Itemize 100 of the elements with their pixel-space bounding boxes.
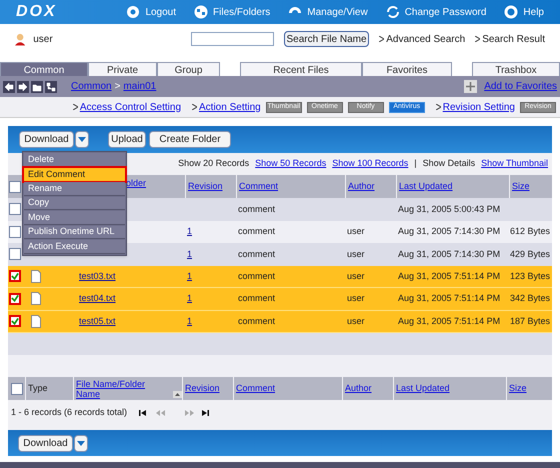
breadcrumb-separator: > (114, 80, 120, 94)
file-link[interactable]: test04.txt (79, 293, 116, 303)
file-link[interactable]: test05.txt (79, 316, 116, 326)
arrow-bullet-icon (72, 104, 78, 110)
menu-item[interactable]: Move (24, 211, 125, 224)
column-header-link[interactable]: Author (348, 180, 375, 194)
upload-button[interactable]: Upload (108, 131, 146, 148)
column-header-link[interactable]: Revision (188, 180, 223, 194)
checkbox[interactable] (9, 248, 21, 260)
back-arrow-icon[interactable] (3, 80, 15, 92)
checkbox[interactable] (9, 226, 21, 238)
date-text: Aug 31, 2005 7:14:30 PM (398, 226, 500, 236)
search-field[interactable] (190, 32, 274, 46)
column-header-link[interactable]: Size (512, 180, 530, 194)
checkbox[interactable] (10, 382, 22, 394)
tree-icon[interactable] (45, 80, 57, 92)
setting-link[interactable]: Revision Setting (442, 100, 515, 114)
sort-up-icon[interactable] (173, 391, 182, 398)
menu-item[interactable]: Publish Onetime URL (24, 226, 125, 239)
arrow-bullet-icon (192, 104, 198, 110)
column-header-link[interactable]: Comment (239, 180, 278, 194)
caret-icon (78, 137, 86, 142)
view-mode: Show Details (422, 157, 476, 170)
view-separator: | (414, 157, 417, 170)
arrow-bullet-icon (379, 36, 384, 42)
tab[interactable]: Recent Files (240, 62, 362, 76)
records-link[interactable]: Show 100 Records (332, 157, 408, 171)
menu-item[interactable]: Action Execute (24, 240, 125, 254)
date-text: Aug 31, 2005 7:51:14 PM (398, 270, 500, 280)
column-header-link[interactable]: older (126, 178, 146, 188)
date-text: Aug 31, 2005 7:14:30 PM (398, 248, 500, 258)
revision-number-link[interactable]: 1 (187, 316, 192, 326)
comment-text: comment (238, 293, 276, 303)
refresh-icon (386, 5, 400, 19)
checkbox[interactable] (9, 315, 21, 328)
revision-number-link[interactable]: 1 (187, 226, 192, 236)
menu-item[interactable]: Copy (24, 196, 125, 210)
create-folder-button[interactable]: Create Folder (149, 131, 231, 148)
comment-text: comment (238, 226, 276, 236)
menu-item[interactable]: Edit Comment (24, 168, 125, 181)
dropdown-button[interactable] (74, 434, 88, 452)
last-page-icon[interactable] (202, 408, 212, 416)
download-button[interactable]: Download (19, 131, 74, 148)
checkbox[interactable] (9, 180, 21, 192)
nav-link[interactable]: Manage/View (288, 4, 368, 20)
folder-up-icon[interactable] (31, 80, 43, 92)
author-text: user (347, 293, 365, 303)
tab[interactable]: Trashbox (472, 62, 560, 76)
dropdown-button[interactable] (75, 131, 89, 148)
folder-tree-icon (194, 5, 208, 19)
checkbox[interactable] (9, 203, 21, 216)
column-header-link[interactable]: Revision (185, 382, 220, 396)
tab[interactable]: Common (0, 62, 88, 76)
comment-text: comment (238, 204, 276, 214)
search-link[interactable]: Search Result (482, 32, 545, 46)
plus-icon[interactable] (464, 80, 478, 93)
author-text: user (347, 226, 365, 236)
nav-link[interactable]: Logout (126, 4, 176, 20)
column-header-link[interactable]: Size (509, 382, 527, 396)
comment-text: comment (238, 316, 276, 326)
file-link[interactable]: test03.txt (79, 270, 116, 280)
forward-arrow-icon[interactable] (17, 80, 29, 92)
author-text: user (347, 248, 365, 258)
checkbox[interactable] (9, 270, 21, 282)
size-text: 429 Bytes (510, 248, 550, 258)
menu-item[interactable]: Rename (24, 182, 125, 196)
records-link[interactable]: Show 50 Records (255, 157, 326, 171)
nav-link[interactable]: Help (504, 4, 544, 20)
size-text: 123 Bytes (510, 270, 550, 280)
logo: DOX (16, 2, 58, 22)
column-header: Type (26, 377, 73, 400)
tab[interactable]: Group (157, 62, 220, 76)
user-name: user (33, 32, 54, 46)
lifebuoy-icon (504, 5, 518, 19)
comment-text: comment (238, 270, 276, 280)
column-header-link[interactable]: Last Updated (399, 180, 453, 194)
nav-link[interactable]: Change Password (386, 4, 486, 20)
column-header-link[interactable]: Last Updated (396, 382, 450, 396)
size-text: 342 Bytes (510, 293, 550, 303)
date-text: Aug 31, 2005 5:00:43 PM (398, 204, 500, 214)
first-page-icon[interactable] (139, 408, 148, 416)
search-button[interactable]: Search File Name (284, 31, 370, 47)
thumbnail-link[interactable]: Show Thumbnail (481, 157, 548, 171)
setting-link[interactable]: Action Setting (199, 100, 261, 114)
column-header-link[interactable]: Comment (236, 382, 276, 396)
revision-number-link[interactable]: 1 (187, 248, 192, 258)
menu-item[interactable]: Delete (24, 153, 125, 166)
revision-number-link[interactable]: 1 (187, 270, 192, 280)
revision-number-link[interactable]: 1 (187, 293, 192, 303)
nav-link[interactable]: Files/Folders (194, 4, 270, 20)
column-header-link[interactable]: File Name/Folder Name (76, 379, 170, 399)
download-button[interactable]: Download (18, 434, 73, 452)
tab[interactable]: Private (88, 62, 157, 76)
checkbox[interactable] (9, 292, 21, 305)
search-link[interactable]: Advanced Search (386, 32, 466, 46)
column-header-link[interactable]: Author (345, 382, 372, 396)
arrow-bullet-icon (436, 104, 441, 110)
user-avatar-icon (15, 32, 26, 46)
tab[interactable]: Favorites (362, 62, 452, 76)
setting-link[interactable]: Access Control Setting (80, 100, 182, 114)
